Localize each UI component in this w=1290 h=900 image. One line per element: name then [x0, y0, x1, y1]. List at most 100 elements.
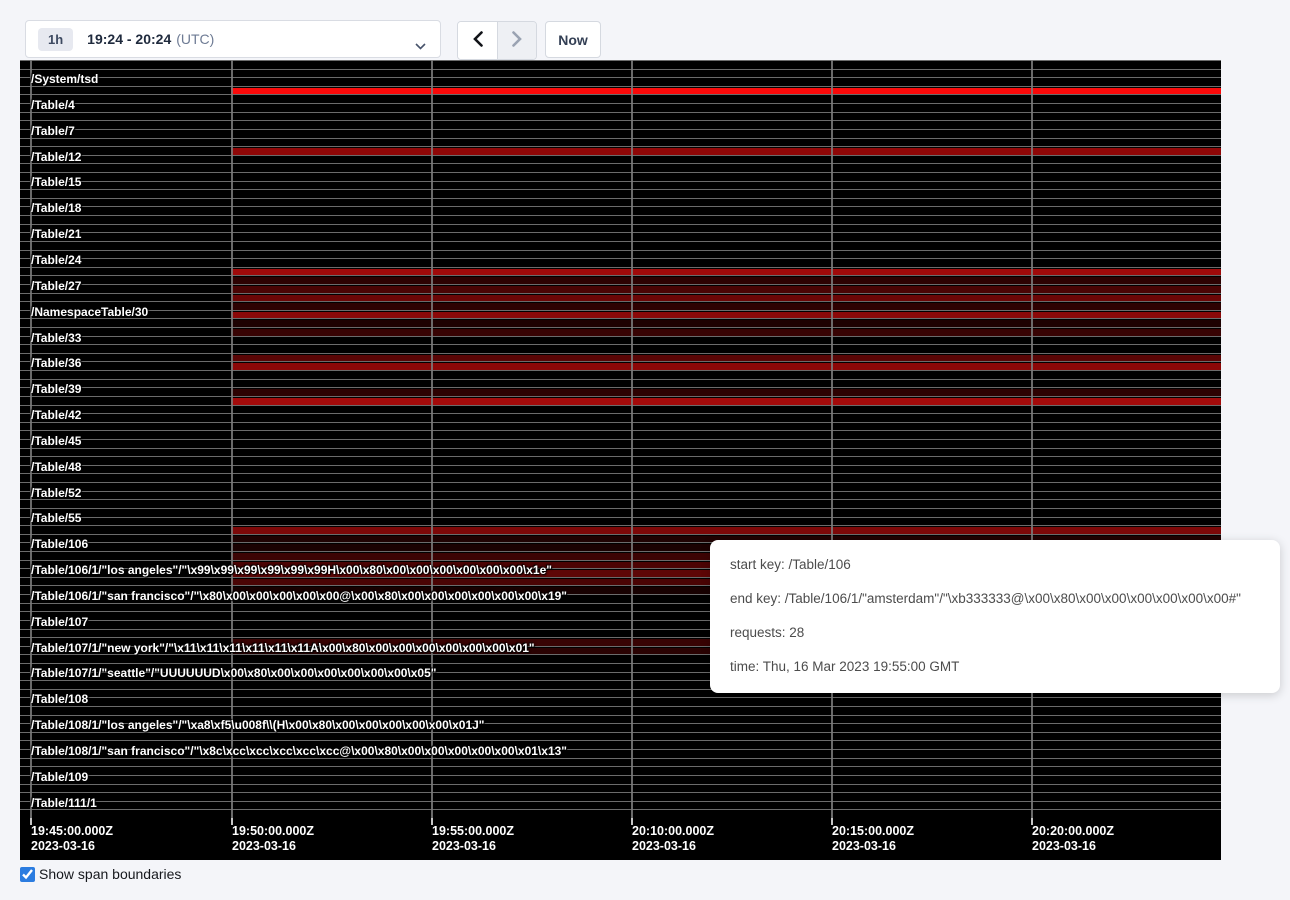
span-row [20, 508, 1221, 517]
span-row [20, 301, 1221, 310]
show-span-boundaries-checkbox[interactable] [20, 867, 35, 882]
span-row [20, 198, 1221, 207]
column-gridline [431, 60, 433, 818]
span-row [20, 77, 1221, 86]
span-tooltip: start key: /Table/106 end key: /Table/10… [710, 540, 1280, 693]
x-axis-tick-label: 20:10:00.000Z2023-03-16 [632, 824, 714, 854]
heat-band [231, 527, 1221, 534]
duration-badge: 1h [38, 28, 73, 51]
heat-band [231, 277, 1221, 284]
span-row [20, 723, 1221, 732]
heat-band [231, 363, 1221, 370]
chevron-right-icon [512, 31, 522, 50]
span-row [20, 749, 1221, 758]
heat-band [231, 148, 1221, 155]
span-row [20, 473, 1221, 482]
show-span-boundaries-label: Show span boundaries [39, 866, 181, 882]
span-row [20, 138, 1221, 147]
span-row [20, 189, 1221, 198]
footer: Show span boundaries [20, 866, 181, 882]
heat-band [231, 269, 1221, 276]
span-row [20, 740, 1221, 749]
column-gridline [30, 60, 32, 818]
x-axis-tick-label: 19:50:00.000Z2023-03-16 [232, 824, 314, 854]
span-row [20, 336, 1221, 345]
span-row [20, 224, 1221, 233]
span-row [20, 94, 1221, 103]
span-row [20, 146, 1221, 155]
span-row [20, 215, 1221, 224]
time-nav-group [457, 21, 537, 60]
time-range-select[interactable]: 1h 19:24 - 20:24 (UTC) [25, 20, 441, 58]
span-row [20, 129, 1221, 138]
span-row [20, 120, 1221, 129]
span-row [20, 241, 1221, 250]
span-row [20, 482, 1221, 491]
tooltip-time: time: Thu, 16 Mar 2023 19:55:00 GMT [730, 657, 1260, 677]
span-row [20, 792, 1221, 801]
heat-band [231, 303, 1221, 310]
span-row [20, 499, 1221, 508]
span-row [20, 379, 1221, 388]
x-axis-tick-label: 19:55:00.000Z2023-03-16 [432, 824, 514, 854]
tooltip-start-key: start key: /Table/106 [730, 555, 1260, 575]
span-row [20, 491, 1221, 500]
span-row [20, 387, 1221, 396]
span-row [20, 267, 1221, 276]
span-row [20, 60, 1221, 69]
span-row [20, 396, 1221, 405]
column-gridline [231, 60, 233, 818]
span-row [20, 275, 1221, 284]
time-range-label: 19:24 - 20:24 [87, 31, 171, 47]
heat-band [231, 295, 1221, 302]
span-row [20, 155, 1221, 164]
column-gridline [1031, 60, 1033, 818]
prev-time-button[interactable] [458, 22, 497, 59]
heat-band [231, 312, 1221, 319]
span-row [20, 809, 1221, 818]
span-row [20, 525, 1221, 534]
heat-band [231, 398, 1221, 405]
span-row [20, 758, 1221, 767]
span-row [20, 327, 1221, 336]
span-row [20, 293, 1221, 302]
heatmap-grid: /System/tsd/Table/4/Table/7/Table/12/Tab… [20, 60, 1221, 818]
now-button[interactable]: Now [545, 21, 601, 58]
heat-band [231, 320, 1221, 327]
span-row [20, 232, 1221, 241]
span-row [20, 353, 1221, 362]
span-row [20, 181, 1221, 190]
span-row [20, 361, 1221, 370]
tooltip-requests: requests: 28 [730, 623, 1260, 643]
span-row [20, 766, 1221, 775]
heat-band [231, 329, 1221, 336]
heat-band [231, 286, 1221, 293]
span-row [20, 172, 1221, 181]
heat-band [231, 88, 1221, 95]
span-row [20, 284, 1221, 293]
span-row [20, 112, 1221, 121]
chevron-left-icon [473, 31, 483, 50]
span-row [20, 86, 1221, 95]
span-row [20, 370, 1221, 379]
next-time-button[interactable] [497, 22, 536, 59]
span-row [20, 344, 1221, 353]
span-row [20, 784, 1221, 793]
span-row [20, 465, 1221, 474]
span-row [20, 310, 1221, 319]
span-row [20, 69, 1221, 78]
span-row [20, 258, 1221, 267]
span-row [20, 706, 1221, 715]
span-row [20, 775, 1221, 784]
tooltip-end-key: end key: /Table/106/1/"amsterdam"/"\xb33… [730, 589, 1260, 609]
span-row [20, 448, 1221, 457]
x-axis-tick-label: 20:20:00.000Z2023-03-16 [1032, 824, 1114, 854]
span-row [20, 715, 1221, 724]
span-row [20, 250, 1221, 259]
column-gridline [631, 60, 633, 818]
key-visualizer-canvas[interactable]: /System/tsd/Table/4/Table/7/Table/12/Tab… [20, 60, 1221, 860]
span-row [20, 163, 1221, 172]
span-row [20, 103, 1221, 112]
span-row [20, 430, 1221, 439]
span-row [20, 413, 1221, 422]
